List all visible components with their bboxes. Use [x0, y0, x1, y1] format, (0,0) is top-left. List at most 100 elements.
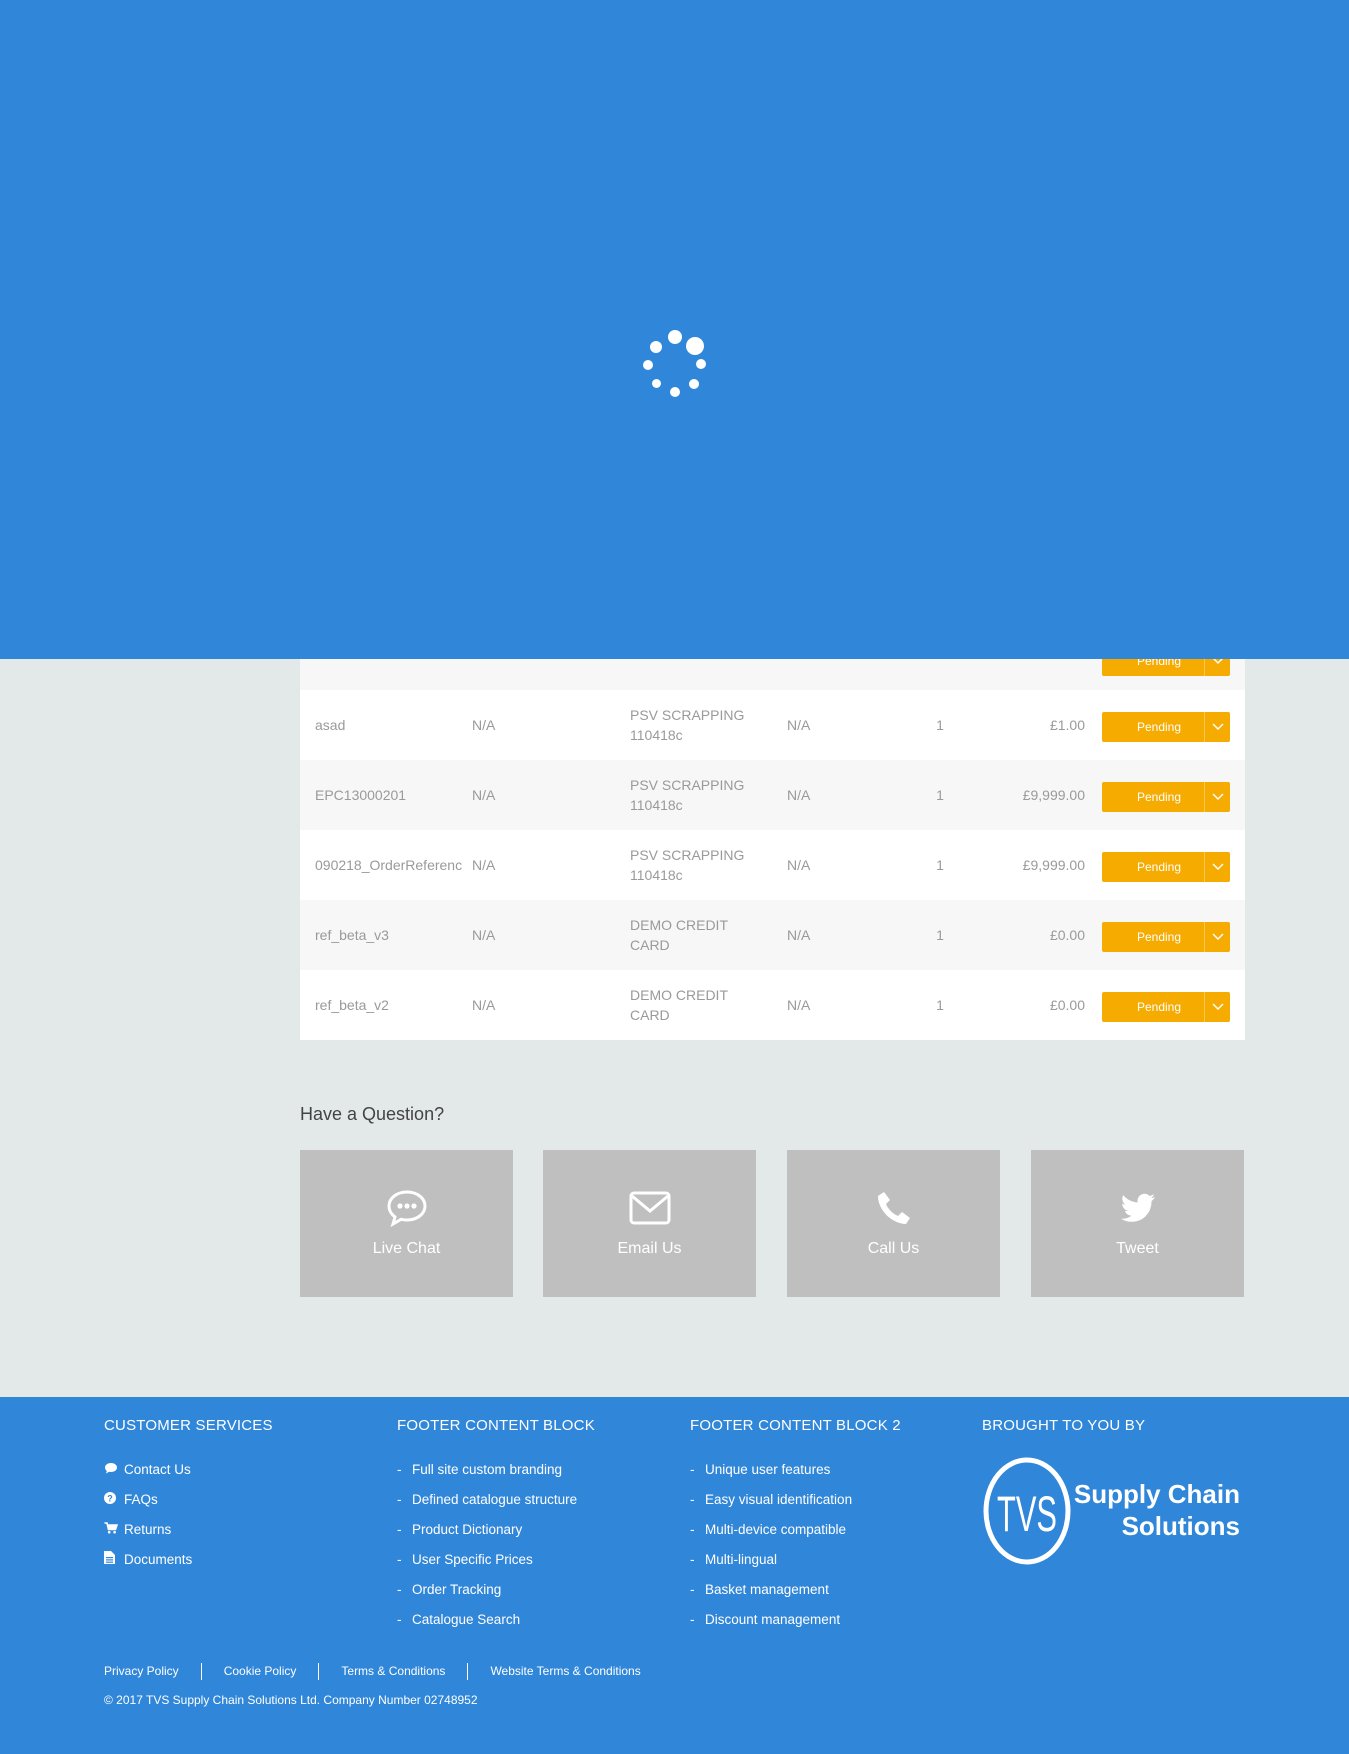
column-heading: FOOTER CONTENT BLOCK 2 [690, 1417, 901, 1434]
chat-bubble-icon [386, 1188, 428, 1228]
column-heading: BROUGHT TO YOU BY [982, 1417, 1146, 1434]
legal-links: Privacy Policy Cookie Policy Terms & Con… [104, 1663, 663, 1680]
list-item: - Defined catalogue structure [397, 1491, 578, 1507]
shipping-cell: N/A [787, 857, 811, 873]
account-cell: DEMO CREDIT CARD [630, 987, 728, 1023]
table-row: asad N/A PSV SCRAPPING 110418c N/A 1 £1.0… [300, 690, 1245, 760]
email-us-label: Email Us [617, 1240, 682, 1257]
contact-tiles: Live Chat Email Us Call Us Tweet [300, 1150, 1245, 1297]
cookie-policy-link[interactable]: Cookie Policy [200, 1663, 319, 1680]
status-label: Pending [1136, 930, 1182, 944]
svg-text:?: ? [107, 1493, 113, 1503]
footer-content-block-column: FOOTER CONTENT BLOCK - Full site custom b… [397, 1417, 595, 1634]
comment-icon [104, 1462, 124, 1477]
account-cell: PSV SCRAPPING 110418c [630, 707, 745, 743]
account-cell: DEMO CREDIT CARD [630, 917, 728, 953]
total-cell: £9,999.00 [1022, 787, 1085, 803]
privacy-policy-link[interactable]: Privacy Policy [104, 1663, 201, 1680]
quantity-cell: 1 [936, 857, 944, 873]
po-cell: N/A [472, 857, 496, 873]
question-circle-icon: ? [104, 1491, 124, 1507]
quantity-cell: 1 [936, 927, 944, 943]
status-dropdown[interactable]: Pending [1102, 992, 1230, 1022]
account-cell: PSV SCRAPPING 110418c [630, 777, 745, 813]
status-dropdown[interactable]: Pending [1102, 782, 1230, 812]
shipping-cell: N/A [787, 927, 811, 943]
table-row: ref_beta_v3 N/A DEMO CREDIT CARD N/A 1 £0… [300, 900, 1245, 970]
website-terms-link[interactable]: Website Terms & Conditions [467, 1663, 662, 1680]
orders-table: 110418c Pending asad N/A PSV SCRAPPING11… [300, 614, 1245, 1040]
status-dropdown[interactable]: Pending [1102, 922, 1230, 952]
list-item: - Basket management [690, 1581, 829, 1597]
site-footer: CUSTOMER SERVICES Contact Us ? FAQs Retu… [0, 1397, 1349, 1754]
footer-link-documents[interactable]: Documents [104, 1544, 273, 1574]
list-item: - Product Dictionary [397, 1521, 523, 1537]
email-us-tile[interactable]: Email Us [543, 1150, 756, 1297]
document-icon [104, 1551, 124, 1567]
quantity-cell: 1 [936, 717, 944, 733]
svg-text:Solutions: Solutions [1122, 1511, 1240, 1541]
svg-text:Supply Chain: Supply Chain [1074, 1479, 1240, 1509]
tvs-logo[interactable]: TVS Supply Chain Solutions [983, 1457, 1243, 1567]
reference-cell: ref_beta_v2 [315, 997, 389, 1013]
chevron-down-icon [1204, 712, 1230, 742]
status-label: Pending [1136, 720, 1182, 734]
list-item: - Unique user features [690, 1461, 831, 1477]
table-row: ref_beta_v2 N/A DEMO CREDIT CARD N/A 1 £0… [300, 970, 1245, 1040]
po-cell: N/A [472, 787, 496, 803]
status-label: Pending [1136, 790, 1182, 804]
chevron-down-icon [1204, 992, 1230, 1022]
tweet-tile[interactable]: Tweet [1031, 1150, 1244, 1297]
live-chat-label: Live Chat [372, 1240, 441, 1257]
chevron-down-icon [1204, 782, 1230, 812]
live-chat-tile[interactable]: Live Chat [300, 1150, 513, 1297]
table-row: 090218_OrderReferenc N/A PSV SCRAPPING 11… [300, 830, 1245, 900]
copyright-text: © 2017 TVS Supply Chain Solutions Ltd. C… [104, 1693, 478, 1707]
po-cell: N/A [472, 997, 496, 1013]
total-cell: £1.00 [1049, 717, 1085, 733]
footer-link-returns[interactable]: Returns [104, 1514, 273, 1544]
svg-text:TVS: TVS [997, 1486, 1057, 1542]
loading-spinner-icon [640, 328, 710, 398]
reference-cell: asad [315, 717, 346, 733]
tweet-label: Tweet [1116, 1240, 1159, 1257]
shipping-cell: N/A [787, 717, 811, 733]
phone-icon [876, 1188, 912, 1228]
quantity-cell: 1 [936, 787, 944, 803]
po-cell: N/A [472, 717, 496, 733]
reference-cell: 090218_OrderReferenc [315, 857, 463, 873]
status-dropdown[interactable]: Pending [1102, 852, 1230, 882]
customer-services-column: CUSTOMER SERVICES Contact Us ? FAQs Retu… [104, 1417, 273, 1574]
list-item: - Discount management [690, 1611, 841, 1627]
call-us-tile[interactable]: Call Us [787, 1150, 1000, 1297]
shipping-cell: N/A [787, 997, 811, 1013]
total-cell: £0.00 [1049, 927, 1085, 943]
list-item: - Catalogue Search [397, 1611, 521, 1627]
chevron-down-icon [1204, 852, 1230, 882]
status-label: Pending [1136, 860, 1182, 874]
terms-conditions-link[interactable]: Terms & Conditions [318, 1663, 467, 1680]
envelope-icon [629, 1188, 671, 1228]
twitter-icon [1120, 1188, 1156, 1228]
status-dropdown[interactable]: Pending [1102, 712, 1230, 742]
footer-content-block-2-column: FOOTER CONTENT BLOCK 2 - Unique user feat… [690, 1417, 901, 1634]
question-heading: Have a Question? [300, 1104, 445, 1124]
quantity-cell: 1 [936, 997, 944, 1013]
list-item: - Order Tracking [397, 1581, 502, 1597]
footer-link-faqs[interactable]: ? FAQs [104, 1484, 273, 1514]
footer-link-contact-us[interactable]: Contact Us [104, 1454, 273, 1484]
column-heading: FOOTER CONTENT BLOCK [397, 1417, 595, 1434]
list-item: - Full site custom branding [397, 1461, 563, 1477]
list-item: - Multi-lingual [690, 1551, 778, 1567]
column-heading: CUSTOMER SERVICES [104, 1417, 273, 1434]
chevron-down-icon [1204, 922, 1230, 952]
call-us-label: Call Us [867, 1240, 920, 1257]
list-item: - Easy visual identification [690, 1491, 853, 1507]
reference-cell: EPC13000201 [315, 787, 407, 803]
list-item: - Multi-device compatible [690, 1521, 847, 1537]
po-cell: N/A [472, 927, 496, 943]
shipping-cell: N/A [787, 787, 811, 803]
total-cell: £0.00 [1049, 997, 1085, 1013]
status-label: Pending [1136, 1000, 1182, 1014]
cart-icon [104, 1521, 124, 1537]
